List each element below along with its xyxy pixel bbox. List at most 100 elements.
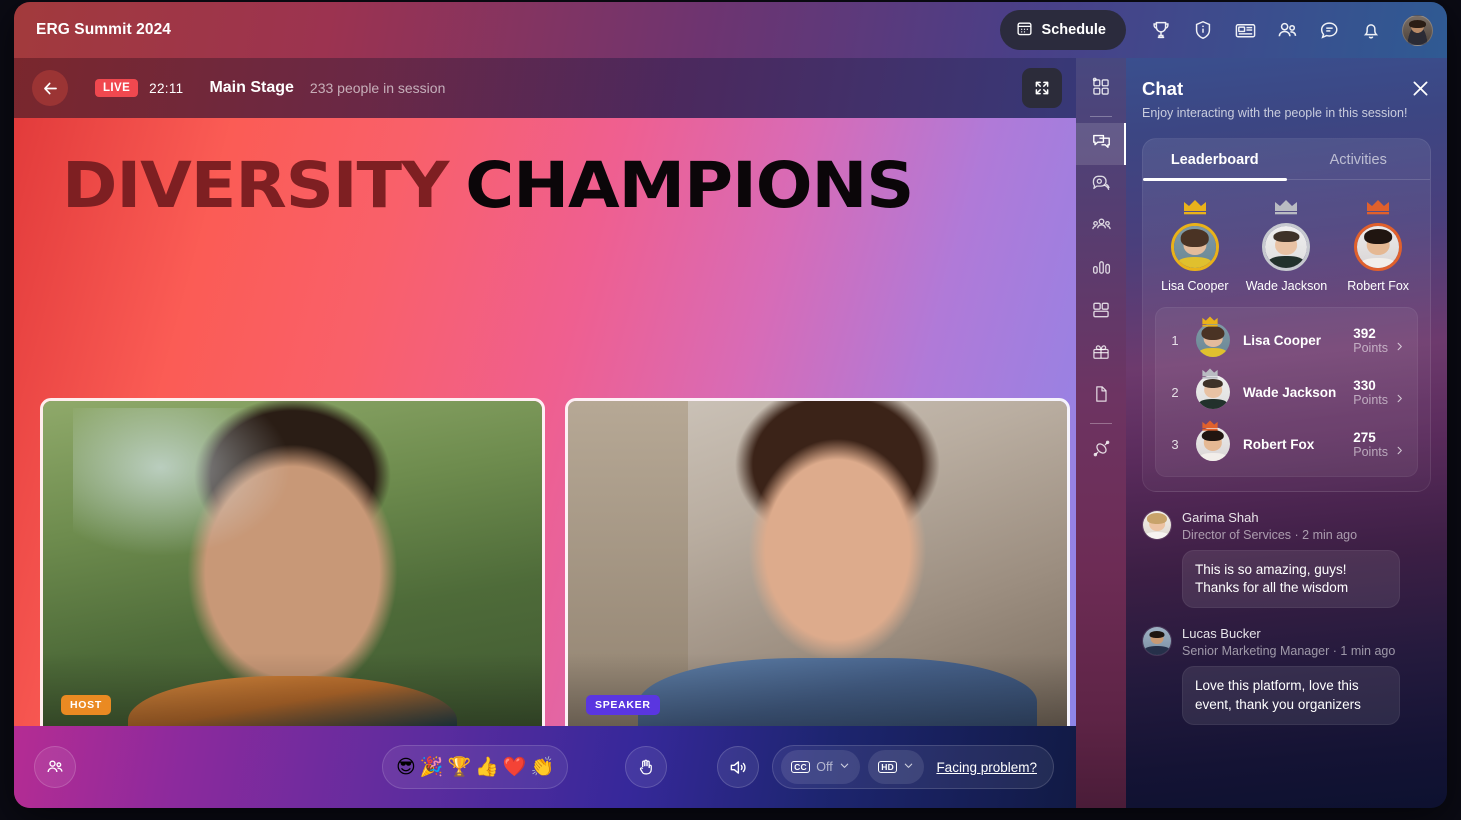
- close-icon[interactable]: [1410, 78, 1431, 104]
- calendar-icon: [1016, 20, 1033, 41]
- app-window: ERG Summit 2024 Schedule LIVE 22:11 Main…: [14, 2, 1447, 808]
- people-group-icon: [1091, 215, 1112, 241]
- sidebar-item-chat[interactable]: [1076, 123, 1126, 165]
- playback-controls: CC Off HD Facing problem?: [716, 745, 1054, 789]
- back-button[interactable]: [32, 70, 68, 106]
- podium-place-2[interactable]: Wade Jackson: [1241, 198, 1332, 293]
- presentation-slide: DIVERSITYCHAMPIONS HOST Nick Conway: [14, 118, 1076, 726]
- podium-name-1: Lisa Cooper: [1161, 279, 1229, 293]
- table-row[interactable]: 1 Lisa Cooper 392 Points: [1156, 314, 1417, 366]
- volume-button[interactable]: [716, 746, 759, 788]
- sidebar-item-qa[interactable]: [1076, 165, 1126, 207]
- news-icon[interactable]: [1226, 11, 1264, 49]
- tab-leaderboard[interactable]: Leaderboard: [1143, 139, 1287, 179]
- fullscreen-button[interactable]: [1022, 68, 1062, 108]
- polls-bar-icon: [1091, 257, 1112, 283]
- captions-toggle[interactable]: CC Off: [780, 750, 860, 784]
- reaction-cool-icon[interactable]: 😎: [396, 757, 416, 777]
- message-content: Garima Shah Director of Services · 2 min…: [1182, 510, 1400, 609]
- sidebar-item-apps[interactable]: [1076, 68, 1126, 110]
- reaction-party-icon[interactable]: 🎉: [420, 757, 444, 777]
- live-badge: LIVE: [95, 79, 139, 97]
- gift-icon: [1091, 342, 1111, 367]
- rank-name: Lisa Cooper: [1243, 332, 1322, 348]
- control-bar: 😎 🎉 🏆 👍 ❤️ 👏 CC Off HD Facing problem?: [14, 726, 1076, 808]
- podium-avatar-3: [1354, 223, 1403, 271]
- table-row[interactable]: 2 Wade Jackson 330 Points: [1156, 366, 1417, 418]
- tab-underline: [1143, 177, 1430, 181]
- chevron-right-icon[interactable]: [1394, 445, 1405, 459]
- podium-place-3[interactable]: Robert Fox: [1333, 198, 1424, 293]
- chat-message: Garima Shah Director of Services · 2 min…: [1142, 510, 1431, 609]
- info-shield-icon[interactable]: [1184, 11, 1222, 49]
- rank-points-value: 330: [1353, 377, 1376, 393]
- reactions-bar[interactable]: 😎 🎉 🏆 👍 ❤️ 👏: [382, 745, 569, 789]
- chat-bubble-icon: [1091, 131, 1112, 157]
- quality-settings-group: CC Off HD Facing problem?: [771, 745, 1054, 789]
- rank-avatar-wrap: [1190, 420, 1230, 461]
- crown-bronze-icon: [1365, 198, 1391, 220]
- chat-message: Lucas Bucker Senior Marketing Manager · …: [1142, 626, 1431, 725]
- video-tile-host[interactable]: HOST Nick Conway: [40, 398, 545, 726]
- tile-gradient-overlay: [43, 653, 542, 726]
- sidebar-item-gift[interactable]: [1076, 333, 1126, 375]
- hd-icon: HD: [877, 760, 898, 774]
- dna-networking-icon: [1091, 438, 1112, 464]
- people-icon[interactable]: [1268, 11, 1306, 49]
- rank-points-value: 392: [1353, 325, 1376, 341]
- schedule-button[interactable]: Schedule: [999, 10, 1126, 50]
- chevron-down-icon: [903, 758, 914, 776]
- sidebar-item-polls[interactable]: [1076, 249, 1126, 291]
- bell-icon[interactable]: [1352, 11, 1390, 49]
- rank-points: 392 Points: [1353, 326, 1405, 355]
- reaction-heart-icon[interactable]: ❤️: [503, 757, 527, 777]
- reaction-thumbsup-icon[interactable]: 👍: [475, 757, 499, 777]
- sidebar-item-files[interactable]: [1076, 375, 1126, 417]
- rank-points-label: Points: [1353, 340, 1388, 355]
- rank-number: 1: [1171, 332, 1179, 348]
- speaker-tiles: HOST Nick Conway SPEAKER: [40, 398, 1070, 726]
- sidebar-item-people[interactable]: [1076, 207, 1126, 249]
- cc-state-label: Off: [816, 760, 833, 774]
- schedule-label: Schedule: [1041, 22, 1106, 38]
- message-meta: Senior Marketing Manager · 1 min ago: [1182, 644, 1396, 659]
- top-header: ERG Summit 2024 Schedule: [14, 2, 1447, 58]
- rail-divider: [1090, 116, 1112, 117]
- facing-problem-link[interactable]: Facing problem?: [936, 760, 1037, 775]
- sidebar-item-layout[interactable]: [1076, 291, 1126, 333]
- podium-avatar-1: [1170, 223, 1219, 271]
- message-author: Garima Shah: [1182, 510, 1259, 525]
- table-row[interactable]: 3 Robert Fox 275 Points: [1156, 418, 1417, 470]
- stage-name: Main Stage: [209, 79, 294, 96]
- rank-points-label-row: Points: [1353, 341, 1405, 355]
- video-tile-speaker[interactable]: SPEAKER Jenny Rogers: [565, 398, 1070, 726]
- leaderboard-podium: Lisa Cooper Wade Jackson Robert Fox: [1143, 180, 1430, 307]
- participants-button[interactable]: [34, 746, 76, 788]
- user-avatar[interactable]: [1402, 14, 1433, 46]
- reaction-trophy-icon[interactable]: 🏆: [447, 757, 471, 777]
- tab-activities[interactable]: Activities: [1287, 139, 1431, 179]
- rail-divider: [1090, 423, 1112, 424]
- trophy-icon[interactable]: [1142, 11, 1180, 49]
- crown-silver-icon: [1273, 198, 1299, 220]
- podium-place-1[interactable]: Lisa Cooper: [1149, 198, 1240, 293]
- layout-icon: [1091, 300, 1111, 325]
- slide-title-word-1: DIVERSITY: [62, 149, 449, 222]
- raise-hand-button[interactable]: [625, 746, 667, 788]
- message-avatar: [1142, 626, 1172, 657]
- chevron-right-icon[interactable]: [1394, 393, 1405, 407]
- reaction-clap-icon[interactable]: 👏: [531, 757, 555, 777]
- chat-panel: Chat Enjoy interacting with the people i…: [1126, 58, 1447, 808]
- sidebar-rail: [1076, 58, 1126, 808]
- crown-bronze-icon: [1201, 418, 1219, 436]
- sidebar-item-networking[interactable]: [1076, 430, 1126, 472]
- message-bubble: Love this platform, love this event, tha…: [1182, 666, 1400, 725]
- qa-bubble-icon: [1091, 173, 1112, 199]
- leaderboard-tabs: Leaderboard Activities: [1143, 139, 1430, 179]
- brand-title: ERG Summit 2024: [36, 21, 172, 38]
- video-quality-toggle[interactable]: HD: [867, 750, 925, 784]
- chevron-right-icon[interactable]: [1394, 341, 1405, 355]
- slide-title-word-2: CHAMPIONS: [465, 149, 914, 222]
- files-icon: [1091, 384, 1111, 409]
- chat-icon[interactable]: [1310, 11, 1348, 49]
